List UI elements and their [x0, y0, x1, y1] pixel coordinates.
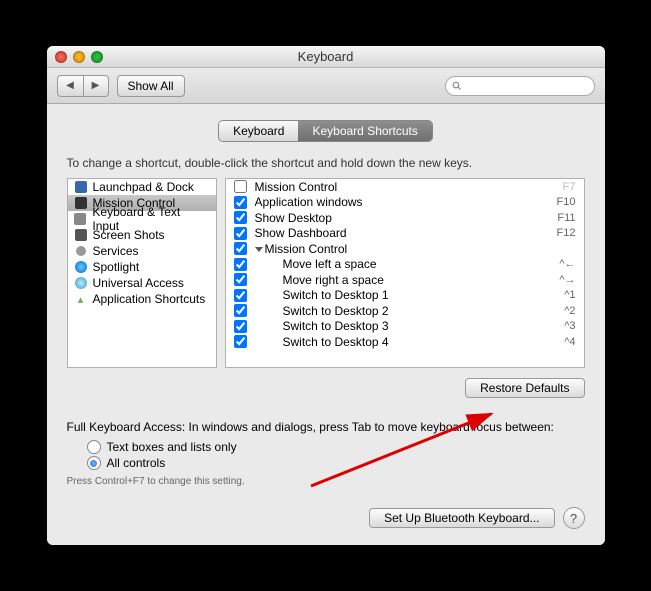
shortcut-checkbox[interactable] — [234, 335, 247, 348]
category-label: Spotlight — [93, 260, 140, 274]
search-input[interactable] — [465, 80, 588, 92]
tab-keyboard[interactable]: Keyboard — [219, 121, 298, 141]
shortcut-checkbox[interactable] — [234, 242, 247, 255]
show-all-button[interactable]: Show All — [117, 75, 185, 97]
category-label: Screen Shots — [93, 228, 165, 242]
shortcut-label[interactable]: Mission Control — [255, 180, 563, 194]
keyboard-icon — [74, 213, 86, 225]
shortcut-label[interactable]: Move left a space — [255, 257, 560, 271]
fka-option-all-controls[interactable]: All controls — [87, 456, 585, 470]
shortcut-checkbox[interactable] — [234, 273, 247, 286]
shortcut-label[interactable]: Show Desktop — [255, 211, 558, 225]
titlebar[interactable]: Keyboard — [47, 46, 605, 68]
app-shortcuts-icon: ▴ — [74, 292, 88, 306]
shortcut-row[interactable]: Switch to Desktop 3^3 — [226, 319, 584, 335]
shortcut-key[interactable]: ^← — [559, 258, 575, 270]
shortcut-row[interactable]: Mission ControlF7 — [226, 179, 584, 195]
window-title: Keyboard — [47, 49, 605, 64]
radio-icon[interactable] — [87, 456, 101, 470]
search-field[interactable] — [445, 76, 595, 96]
shortcut-row[interactable]: Move right a space^→ — [226, 272, 584, 288]
category-keyboard-text[interactable]: Keyboard & Text Input — [68, 211, 216, 227]
screenshot-icon — [75, 229, 87, 241]
help-button[interactable]: ? — [563, 507, 585, 529]
bottom-row: Set Up Bluetooth Keyboard... ? — [67, 507, 585, 529]
shortcut-label[interactable]: Switch to Desktop 4 — [255, 335, 565, 349]
radio-label: Text boxes and lists only — [107, 440, 237, 454]
mission-control-icon — [75, 197, 87, 209]
spotlight-icon — [75, 261, 87, 273]
shortcut-label[interactable]: Move right a space — [255, 273, 560, 287]
shortcut-label[interactable]: Switch to Desktop 1 — [255, 288, 565, 302]
disclosure-triangle-icon[interactable] — [255, 247, 263, 252]
category-label: Universal Access — [93, 276, 184, 290]
shortcut-row[interactable]: Switch to Desktop 2^2 — [226, 303, 584, 319]
back-button[interactable]: ◀ — [57, 75, 83, 97]
search-icon — [452, 80, 461, 91]
shortcut-checkbox[interactable] — [234, 180, 247, 193]
category-universal-access[interactable]: Universal Access — [68, 275, 216, 291]
shortcut-key[interactable]: ^2 — [564, 305, 575, 317]
shortcut-row[interactable]: Show DesktopF11 — [226, 210, 584, 226]
category-app-shortcuts[interactable]: ▴ Application Shortcuts — [68, 291, 216, 307]
shortcut-key[interactable]: F12 — [557, 227, 576, 239]
launchpad-icon — [75, 181, 87, 193]
toolbar: ◀ ▶ Show All — [47, 68, 605, 104]
category-spotlight[interactable]: Spotlight — [68, 259, 216, 275]
panes: Launchpad & Dock Mission Control Keyboar… — [67, 178, 585, 368]
shortcut-label[interactable]: Show Dashboard — [255, 226, 557, 240]
universal-access-icon — [75, 277, 87, 289]
shortcut-checkbox[interactable] — [234, 304, 247, 317]
content-area: Keyboard Keyboard Shortcuts To change a … — [47, 104, 605, 545]
fka-section: Full Keyboard Access: In windows and dia… — [67, 420, 585, 487]
category-launchpad[interactable]: Launchpad & Dock — [68, 179, 216, 195]
tab-shortcuts[interactable]: Keyboard Shortcuts — [298, 121, 431, 141]
category-services[interactable]: Services — [68, 243, 216, 259]
shortcut-label[interactable]: Application windows — [255, 195, 557, 209]
forward-button[interactable]: ▶ — [83, 75, 109, 97]
nav-buttons: ◀ ▶ — [57, 75, 109, 97]
shortcut-checkbox[interactable] — [234, 227, 247, 240]
shortcut-checkbox[interactable] — [234, 211, 247, 224]
shortcut-key[interactable]: F11 — [557, 212, 575, 224]
shortcut-label[interactable]: Mission Control — [265, 242, 348, 256]
category-list[interactable]: Launchpad & Dock Mission Control Keyboar… — [67, 178, 217, 368]
fka-option-text-boxes[interactable]: Text boxes and lists only — [87, 440, 585, 454]
shortcut-row[interactable]: Show DashboardF12 — [226, 226, 584, 242]
radio-icon[interactable] — [87, 440, 101, 454]
restore-row: Restore Defaults — [67, 378, 585, 398]
shortcut-key[interactable]: ^4 — [564, 336, 575, 348]
shortcut-row-group[interactable]: Mission Control — [226, 241, 584, 257]
instruction-text: To change a shortcut, double-click the s… — [67, 156, 585, 170]
fka-hint: Press Control+F7 to change this setting. — [67, 476, 585, 487]
shortcut-row[interactable]: Move left a space^← — [226, 257, 584, 273]
shortcut-key[interactable]: ^→ — [559, 274, 575, 286]
shortcut-row[interactable]: Switch to Desktop 1^1 — [226, 288, 584, 304]
preferences-window: Keyboard ◀ ▶ Show All Keyboard Keyboard … — [47, 46, 605, 545]
shortcut-row[interactable]: Application windowsF10 — [226, 195, 584, 211]
shortcut-checkbox[interactable] — [234, 320, 247, 333]
shortcut-checkbox[interactable] — [234, 196, 247, 209]
shortcut-label[interactable]: Switch to Desktop 2 — [255, 304, 565, 318]
category-label: Application Shortcuts — [93, 292, 206, 306]
shortcut-key[interactable]: ^3 — [564, 320, 575, 332]
services-icon — [76, 246, 86, 256]
restore-defaults-button[interactable]: Restore Defaults — [465, 378, 584, 398]
shortcut-list[interactable]: Mission ControlF7 Application windowsF10… — [225, 178, 585, 368]
shortcut-key[interactable]: F7 — [563, 181, 576, 193]
shortcut-checkbox[interactable] — [234, 289, 247, 302]
category-label: Services — [93, 244, 139, 258]
fka-label: Full Keyboard Access: In windows and dia… — [67, 420, 585, 434]
radio-label: All controls — [107, 456, 166, 470]
shortcut-checkbox[interactable] — [234, 258, 247, 271]
bluetooth-keyboard-button[interactable]: Set Up Bluetooth Keyboard... — [369, 508, 554, 528]
shortcut-key[interactable]: F10 — [557, 196, 576, 208]
shortcut-key[interactable]: ^1 — [564, 289, 575, 301]
shortcut-label[interactable]: Switch to Desktop 3 — [255, 319, 565, 333]
category-label: Launchpad & Dock — [93, 180, 194, 194]
shortcut-row[interactable]: Switch to Desktop 4^4 — [226, 334, 584, 350]
tab-bar: Keyboard Keyboard Shortcuts — [67, 120, 585, 142]
